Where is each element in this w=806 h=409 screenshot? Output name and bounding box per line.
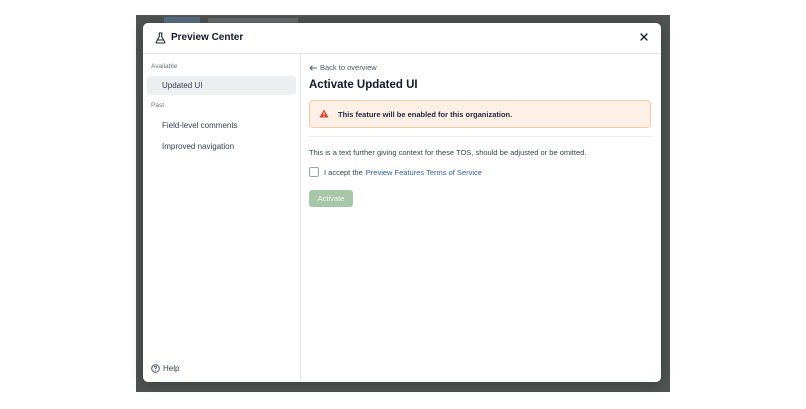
- divider: [309, 136, 653, 137]
- warning-icon: [319, 109, 329, 118]
- back-label: Back to overview: [320, 63, 377, 72]
- help-icon: [151, 364, 160, 373]
- warning-text: This feature will be enabled for this or…: [338, 110, 513, 119]
- sidebar-item-label: Updated UI: [162, 81, 203, 90]
- warning-banner: This feature will be enabled for this or…: [309, 100, 651, 128]
- preview-center-modal: Preview Center Available Updated UI Past…: [143, 23, 661, 382]
- modal-header: Preview Center: [143, 23, 661, 54]
- sidebar-item-improved-navigation[interactable]: Improved navigation: [147, 137, 296, 156]
- section-label-available: Available: [151, 63, 178, 70]
- arrow-left-icon: [309, 64, 317, 71]
- sidebar-item-updated-ui[interactable]: Updated UI: [147, 76, 296, 95]
- modal-title: Preview Center: [171, 32, 244, 43]
- tos-context-text: This is a text further giving context fo…: [309, 148, 587, 157]
- main-panel: Back to overview Activate Updated UI Thi…: [309, 54, 653, 382]
- activate-button[interactable]: Activate: [309, 190, 353, 207]
- back-to-overview-link[interactable]: Back to overview: [309, 63, 377, 72]
- terms-of-service-link[interactable]: Preview Features Terms of Service: [366, 168, 482, 177]
- flask-icon: [155, 32, 166, 44]
- close-button[interactable]: [637, 30, 651, 44]
- sidebar-item-label: Field-level comments: [162, 121, 238, 130]
- accept-label: I accept the: [324, 167, 363, 177]
- close-icon: [640, 33, 648, 41]
- accept-tos-checkbox[interactable]: [309, 167, 319, 177]
- sidebar-item-label: Improved navigation: [162, 142, 235, 151]
- section-label-past: Past: [151, 102, 165, 109]
- help-label: Help: [163, 364, 180, 373]
- accept-tos-row: I accept the Preview Features Terms of S…: [309, 167, 482, 177]
- sidebar: Available Updated UI Past Field-level co…: [143, 54, 301, 382]
- page-title: Activate Updated UI: [309, 79, 418, 91]
- help-link[interactable]: Help: [151, 364, 179, 373]
- sidebar-item-field-level-comments[interactable]: Field-level comments: [147, 116, 296, 135]
